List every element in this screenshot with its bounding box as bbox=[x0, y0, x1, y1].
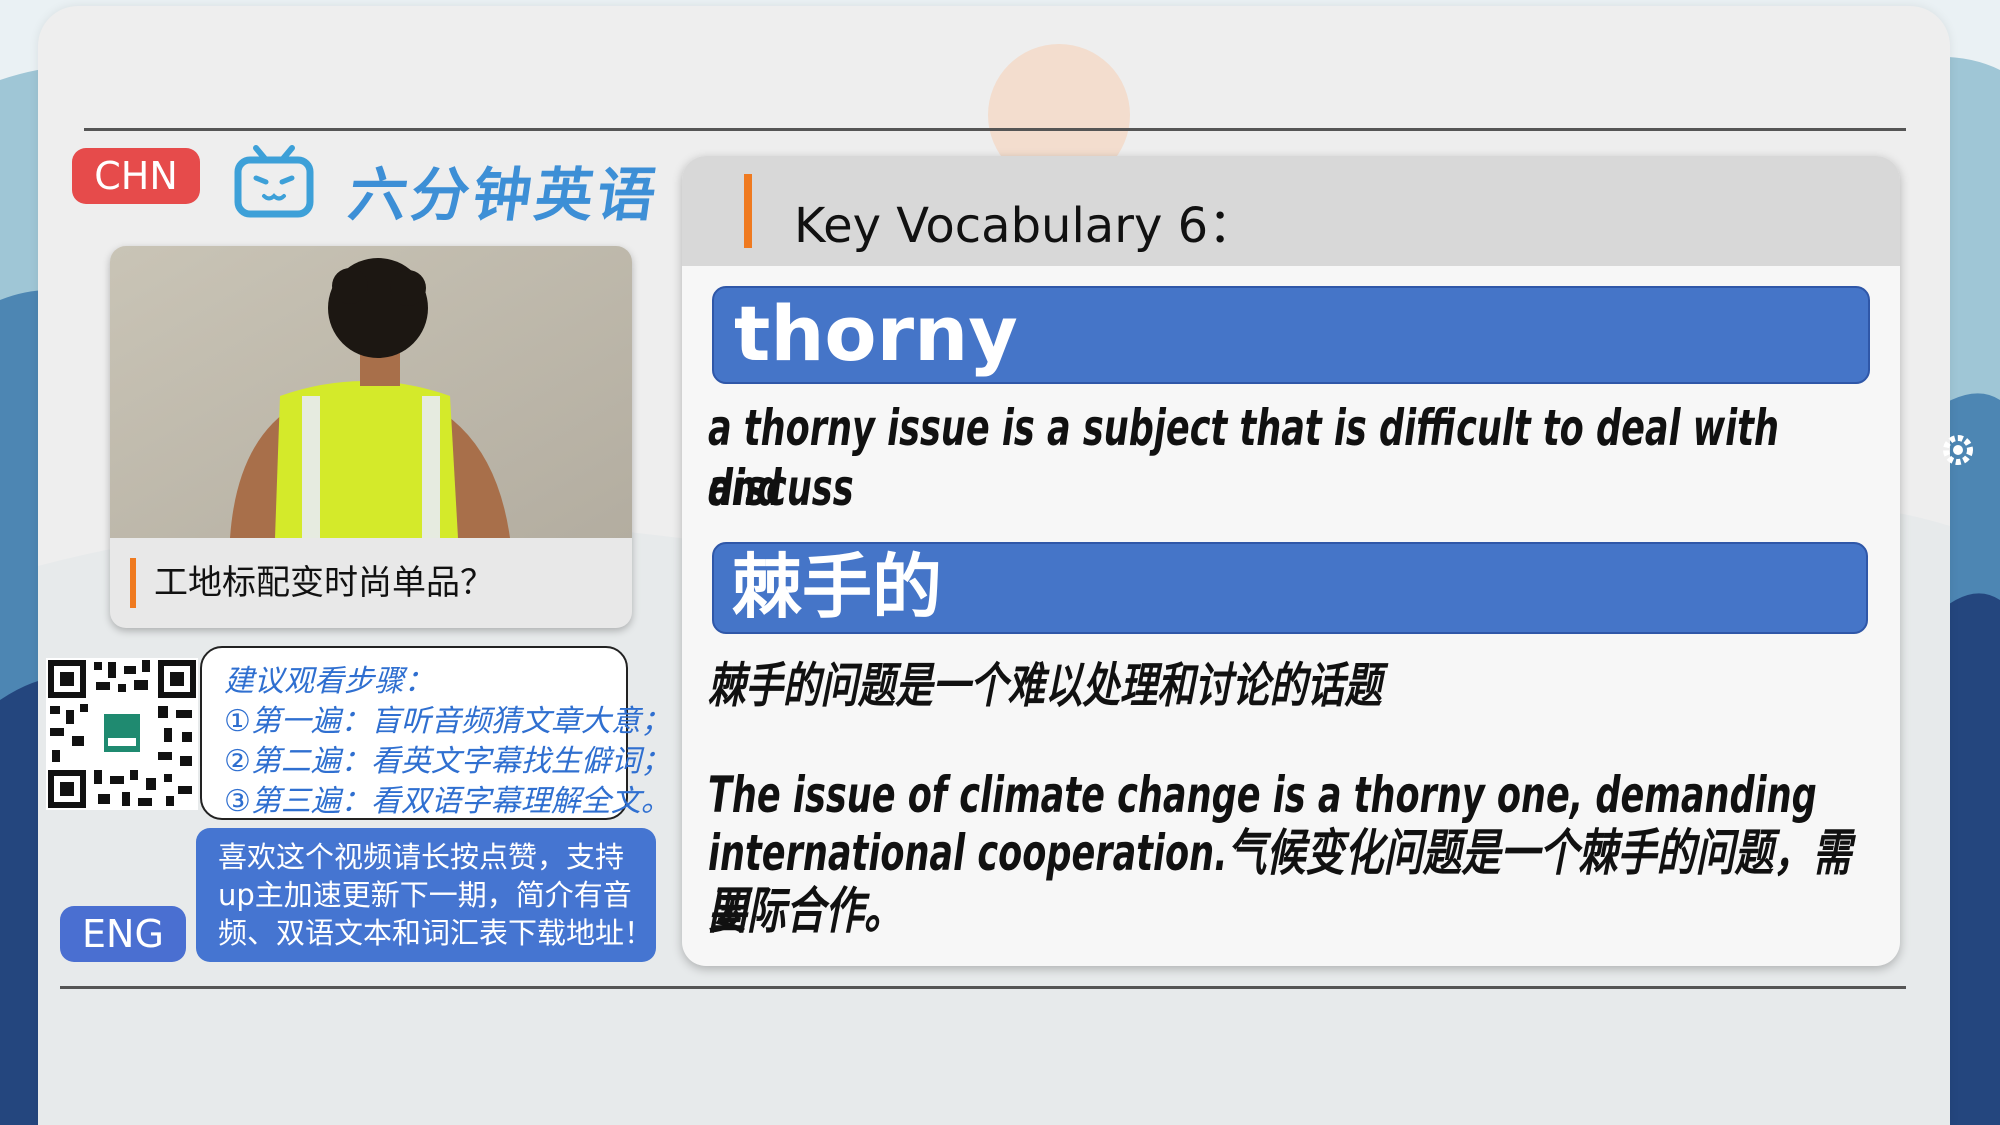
support-message-box: 喜欢这个视频请长按点赞，支持 up主加速更新下一期，简介有音 频、双语文本和词汇… bbox=[196, 828, 656, 962]
support-line-1: 喜欢这个视频请长按点赞，支持 bbox=[218, 840, 625, 874]
top-divider bbox=[84, 128, 1906, 131]
step-1: ①第一遍：盲听音频猜文章大意； bbox=[224, 704, 671, 739]
gear-icon bbox=[1938, 430, 1978, 470]
qr-code[interactable] bbox=[46, 658, 198, 810]
english-word-bar: thorny bbox=[712, 286, 1870, 384]
english-definition-line-2: discuss bbox=[708, 459, 854, 517]
chinese-definition: 棘手的问题是一个难以处理和讨论的话题 bbox=[708, 658, 1382, 714]
header-accent-bar bbox=[744, 174, 752, 248]
eng-tag[interactable]: ENG bbox=[60, 906, 186, 962]
step-3: ③第三遍：看双语字幕理解全文。 bbox=[224, 784, 671, 819]
vocabulary-card: Key Vocabulary 6： thorny a thorny issue … bbox=[682, 156, 1900, 966]
video-thumbnail-card[interactable]: 工地标配变时尚单品？ bbox=[110, 246, 632, 628]
viewing-steps-box: 建议观看步骤： ①第一遍：盲听音频猜文章大意； ②第二遍：看英文字幕找生僻词； … bbox=[200, 646, 671, 820]
support-line-2: up主加速更新下一期，简介有音 bbox=[218, 878, 632, 912]
vocabulary-heading: Key Vocabulary 6： bbox=[794, 198, 1257, 254]
bottom-divider bbox=[60, 986, 1906, 989]
thumbnail-image bbox=[110, 246, 632, 538]
thumbnail-caption: 工地标配变时尚单品？ bbox=[130, 558, 494, 608]
example-line-3: 国际合作。 bbox=[708, 882, 903, 940]
example-line-1: The issue of climate change is a thorny … bbox=[708, 766, 1817, 824]
chinese-word-bar: 棘手的 bbox=[712, 542, 1868, 634]
vocabulary-header: Key Vocabulary 6： bbox=[682, 156, 1900, 266]
steps-title: 建议观看步骤： bbox=[224, 664, 434, 699]
chn-tag[interactable]: CHN bbox=[72, 148, 200, 204]
bilibili-tv-icon bbox=[234, 144, 314, 224]
brand-title: 六分钟英语 bbox=[344, 161, 665, 229]
step-2: ②第二遍：看英文字幕找生僻词； bbox=[224, 744, 671, 779]
support-line-3: 频、双语文本和词汇表下载地址！ bbox=[218, 916, 654, 950]
